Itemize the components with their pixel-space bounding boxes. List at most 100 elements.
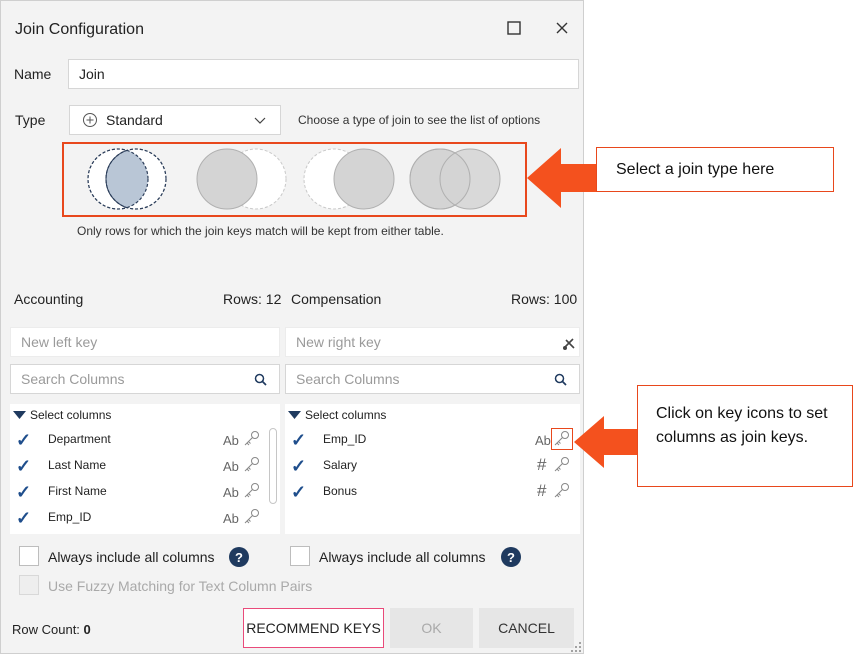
left-select-columns-toggle[interactable]: Select columns [13, 408, 111, 422]
left-column-row[interactable]: ✓ Last Name Ab [10, 454, 270, 478]
column-name: Last Name [48, 458, 107, 472]
chevron-down-icon [254, 117, 266, 124]
left-columns-list: Select columns ✓ Department Ab ✓ Last Na… [10, 404, 280, 534]
key-icon[interactable] [243, 430, 261, 448]
key-icon[interactable] [243, 482, 261, 500]
left-table-title: Accounting [14, 291, 84, 307]
join-configuration-dialog: Join Configuration Name Join Type Standa… [0, 0, 584, 654]
help-icon[interactable]: ? [229, 547, 249, 567]
column-type: # [537, 481, 547, 500]
close-button[interactable] [549, 15, 575, 41]
right-join-option[interactable] [303, 148, 395, 210]
recommend-keys-button[interactable]: RECOMMEND KEYS [243, 608, 384, 648]
ok-button[interactable]: OK [390, 608, 473, 648]
right-search-input[interactable]: Search Columns [285, 364, 580, 394]
right-select-columns-toggle[interactable]: Select columns [288, 408, 386, 422]
join-type-options [87, 148, 501, 210]
join-type-selector [62, 142, 527, 217]
search-icon [554, 373, 567, 386]
close-icon [556, 22, 568, 34]
column-type: Ab [223, 459, 239, 474]
column-name: Salary [323, 458, 358, 472]
full-outer-join-option[interactable] [409, 148, 501, 210]
cancel-button[interactable]: CANCEL [479, 608, 574, 648]
column-name: Emp_ID [323, 432, 367, 446]
dialog-title: Join Configuration [15, 21, 144, 38]
join-type-callout-text: Select a join type here [616, 160, 775, 178]
key-icon[interactable] [553, 482, 571, 500]
maximize-button[interactable] [501, 15, 527, 41]
right-search-placeholder: Search Columns [296, 371, 400, 387]
right-table-title: Compensation [291, 291, 382, 307]
row-count: Row Count: 0 [12, 622, 91, 637]
right-column-row[interactable]: ✓ Salary # [285, 454, 575, 478]
column-name: First Name [48, 484, 107, 498]
left-join-option[interactable] [196, 148, 287, 210]
right-always-include-label: Always include all columns [319, 549, 486, 565]
key-icons-callout: Click on key icons to set columns as joi… [637, 385, 853, 487]
column-name: Emp_ID [48, 510, 92, 524]
check-icon: ✓ [16, 482, 32, 502]
left-key-placeholder: New left key [21, 334, 98, 350]
plus-circle-icon [83, 113, 97, 127]
check-icon: ✓ [291, 482, 307, 502]
key-icons-callout-text: Click on key icons to set columns as joi… [656, 405, 828, 446]
right-row-count: Rows: 100 [511, 291, 578, 307]
type-hint: Choose a type of join to see the list of… [298, 113, 541, 127]
check-icon: ✓ [16, 430, 32, 450]
column-name: Department [48, 432, 111, 446]
left-list-scrollbar[interactable] [269, 428, 277, 504]
left-select-columns-label: Select columns [30, 408, 112, 422]
left-column-row[interactable]: ✓ Department Ab [10, 428, 270, 452]
column-type: Ab [223, 485, 239, 500]
resize-grip-icon[interactable] [570, 641, 582, 653]
name-value: Join [79, 66, 105, 82]
right-column-row[interactable]: ✓ Emp_ID Ab [285, 428, 575, 452]
right-key-input[interactable]: New right key [285, 327, 580, 357]
right-select-columns-label: Select columns [305, 408, 387, 422]
right-always-include-checkbox[interactable] [290, 546, 310, 566]
right-column-row[interactable]: ✓ Bonus # [285, 480, 575, 504]
key-icons-arrow [574, 416, 640, 468]
join-type-callout: Select a join type here [596, 147, 834, 192]
check-icon: ✓ [16, 456, 32, 476]
fuzzy-matching-checkbox[interactable] [19, 575, 39, 595]
type-value: Standard [106, 112, 163, 128]
right-key-placeholder: New right key [296, 334, 381, 350]
left-row-count: Rows: 12 [223, 291, 282, 307]
name-label: Name [14, 66, 52, 82]
row-count-label: Row Count: [12, 622, 80, 637]
join-description: Only rows for which the join keys match … [77, 224, 444, 238]
join-type-arrow [527, 148, 597, 208]
name-input[interactable]: Join [68, 59, 579, 89]
left-column-row[interactable]: ✓ Emp_ID Ab [10, 506, 270, 530]
type-label: Type [15, 112, 46, 128]
left-always-include-label: Always include all columns [48, 549, 215, 565]
maximize-icon [507, 21, 521, 35]
search-icon [254, 373, 267, 386]
key-icon[interactable] [243, 508, 261, 526]
row-count-value: 0 [83, 622, 91, 637]
help-icon[interactable]: ? [501, 547, 521, 567]
key-icon[interactable] [243, 456, 261, 474]
caret-down-icon [13, 411, 26, 419]
right-columns-list: Select columns ✓ Emp_ID Ab ✓ Salary # ✓ … [285, 404, 580, 534]
key-icon[interactable] [553, 456, 571, 474]
inner-join-option[interactable] [87, 148, 167, 210]
column-type: # [537, 455, 547, 474]
caret-down-icon [288, 411, 301, 419]
key-icon[interactable] [553, 430, 571, 448]
column-type: Ab [535, 433, 551, 448]
check-icon: ✓ [291, 430, 307, 450]
column-name: Bonus [323, 484, 358, 498]
column-type: Ab [223, 511, 239, 526]
check-icon: ✓ [291, 456, 307, 476]
left-search-input[interactable]: Search Columns [10, 364, 280, 394]
column-type: Ab [223, 433, 239, 448]
left-always-include-checkbox[interactable] [19, 546, 39, 566]
clear-keys-icon[interactable] [561, 335, 577, 351]
type-dropdown[interactable]: Standard [69, 105, 281, 135]
left-key-input[interactable]: New left key [10, 327, 280, 357]
left-column-row[interactable]: ✓ First Name Ab [10, 480, 270, 504]
fuzzy-matching-label: Use Fuzzy Matching for Text Column Pairs [48, 578, 313, 594]
